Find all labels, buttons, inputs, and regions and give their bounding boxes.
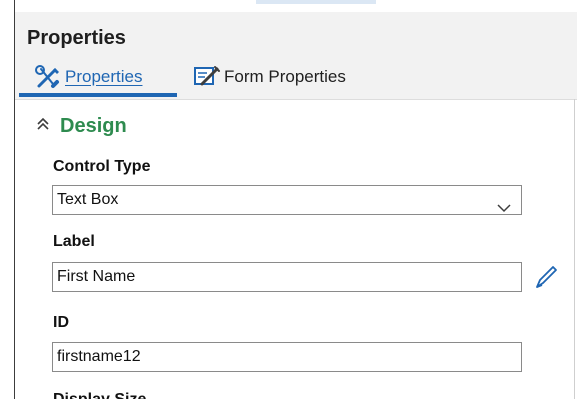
label-input[interactable]: First Name bbox=[52, 262, 522, 292]
display-size-label: Display Size bbox=[53, 390, 146, 399]
chevron-down-icon bbox=[497, 195, 511, 213]
double-chevron-up-icon bbox=[36, 116, 50, 137]
tab-form-properties-label: Form Properties bbox=[224, 67, 346, 86]
id-input[interactable]: firstname12 bbox=[52, 342, 522, 372]
control-type-select[interactable]: Text Box bbox=[52, 185, 522, 215]
label-field-label: Label bbox=[53, 233, 95, 250]
tools-icon bbox=[33, 64, 63, 90]
header-divider bbox=[15, 99, 577, 100]
form-tools-icon bbox=[192, 64, 222, 90]
control-type-label: Control Type bbox=[53, 158, 151, 175]
active-tab-indicator bbox=[19, 93, 177, 97]
pencil-icon[interactable] bbox=[533, 262, 559, 292]
tab-form-properties[interactable]: Form Properties bbox=[192, 63, 346, 91]
content-right-divider bbox=[574, 99, 575, 399]
tab-properties[interactable]: Properties bbox=[33, 63, 142, 91]
tab-properties-label: Properties bbox=[65, 67, 143, 86]
properties-panel: Properties Properties Form Properties De… bbox=[0, 0, 577, 399]
design-section-title: Design bbox=[60, 115, 127, 137]
id-input-value: firstname12 bbox=[57, 348, 141, 365]
design-section-toggle[interactable]: Design bbox=[36, 112, 127, 140]
id-field-label: ID bbox=[53, 314, 69, 331]
control-type-value: Text Box bbox=[57, 191, 119, 208]
top-accent-bar bbox=[256, 0, 376, 4]
label-input-value: First Name bbox=[57, 268, 136, 285]
panel-title: Properties bbox=[27, 27, 126, 49]
